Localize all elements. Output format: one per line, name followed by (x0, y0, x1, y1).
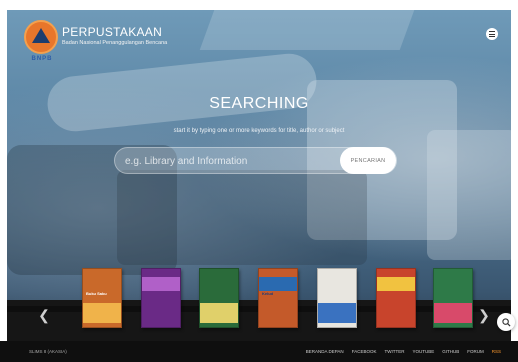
book-cover-title: Kelud (262, 291, 274, 296)
chevron-right-icon: ❯ (478, 307, 490, 323)
book-cover-5[interactable] (317, 268, 357, 328)
book-cover-4[interactable]: Kelud (258, 268, 298, 328)
site-logo[interactable]: BNPB (22, 18, 62, 66)
footer: SLIMS 8 (AKASIA) BERANDA DEPAN FACEBOOK … (0, 341, 518, 362)
book-cover-6[interactable] (376, 268, 416, 328)
footer-link-youtube[interactable]: YOUTUBE (412, 349, 434, 354)
site-subtitle: Badan Nasional Penanggulangan Bencana (62, 40, 168, 46)
search-input[interactable] (125, 151, 335, 171)
book-cover-2[interactable] (141, 268, 181, 328)
footer-link-github[interactable]: GITHUB (442, 349, 459, 354)
site-title[interactable]: PERPUSTAKAAN (62, 25, 162, 39)
book-cover-band (318, 303, 356, 323)
background-vehicle-shape (117, 170, 367, 265)
logo-triangle-icon (32, 28, 50, 43)
book-cover-band (434, 303, 472, 323)
book-cover-title: Buku Saku (86, 291, 107, 296)
book-cover-band (259, 277, 297, 291)
carousel-next-button[interactable]: ❯ (474, 306, 494, 324)
chevron-left-icon: ❮ (38, 307, 50, 323)
background-truck-shape (427, 130, 511, 260)
book-cover-7[interactable] (433, 268, 473, 328)
book-cover-band (200, 303, 238, 323)
background-building-shape (199, 10, 415, 50)
logo-text: BNPB (31, 56, 53, 62)
footer-links: BERANDA DEPAN FACEBOOK TWITTER YOUTUBE G… (306, 349, 501, 354)
footer-link-rss[interactable]: RSS (492, 349, 501, 354)
hamburger-icon (489, 31, 495, 38)
footer-link-facebook[interactable]: FACEBOOK (352, 349, 377, 354)
search-bar: PENCARIAN (114, 147, 397, 174)
book-cover-3[interactable] (199, 268, 239, 328)
search-icon (501, 317, 511, 327)
background-boat-shape (44, 51, 320, 134)
search-heading: SEARCHING (209, 95, 309, 112)
hero-background: BNPB PERPUSTAKAAN Badan Nasional Penangg… (7, 10, 511, 341)
book-cover-band (83, 303, 121, 323)
footer-link-twitter[interactable]: TWITTER (384, 349, 404, 354)
book-cover-band (142, 277, 180, 291)
book-cover-1[interactable]: Buku Saku (82, 268, 122, 328)
search-button[interactable]: PENCARIAN (340, 147, 396, 174)
menu-button[interactable] (486, 28, 498, 40)
book-cover-band (377, 277, 415, 291)
footer-link-home[interactable]: BERANDA DEPAN (306, 349, 344, 354)
footer-link-forum[interactable]: FORUM (467, 349, 484, 354)
footer-version: SLIMS 8 (AKASIA) (29, 349, 67, 354)
search-hint: start it by typing one or more keywords … (173, 128, 345, 134)
carousel-prev-button[interactable]: ❮ (34, 306, 54, 324)
search-fab-button[interactable] (497, 313, 515, 331)
